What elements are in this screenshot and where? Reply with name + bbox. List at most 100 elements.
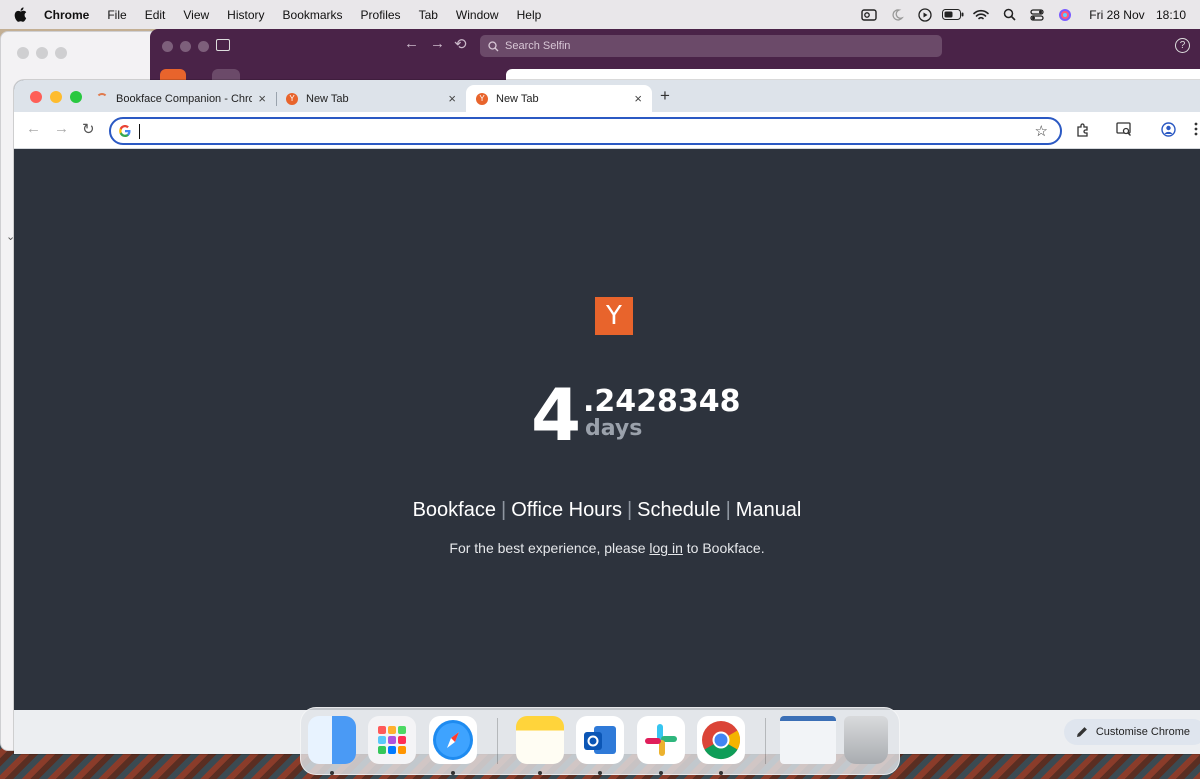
menu-profiles[interactable]: Profiles xyxy=(361,8,401,22)
quick-links: Bookface | Office Hours | Schedule | Manual xyxy=(14,499,1200,522)
minimize-window-button[interactable] xyxy=(50,91,62,103)
help-icon[interactable]: ? xyxy=(1175,38,1190,53)
link-separator: | xyxy=(725,499,731,521)
log-in-link[interactable]: log in xyxy=(649,540,682,556)
close-tab-icon[interactable]: × xyxy=(258,91,266,106)
running-indicator xyxy=(451,771,455,775)
traffic-lights-inactive xyxy=(17,47,67,59)
menu-app-name[interactable]: Chrome xyxy=(44,8,89,22)
running-indicator xyxy=(330,771,334,775)
omnibox-text-caret xyxy=(139,123,140,139)
window-traffic-lights xyxy=(30,91,82,103)
counter-fraction: .2428348 xyxy=(583,384,741,419)
yc-logo: Y xyxy=(595,297,633,335)
menu-history[interactable]: History xyxy=(227,8,264,22)
new-tab-page: Y 4 .2428348 days Bookface | Office Hours |… xyxy=(14,149,1200,710)
chat-search-placeholder: Search Selfin xyxy=(505,40,571,52)
forward-arrow-icon[interactable]: → xyxy=(430,35,445,52)
rainbow-favicon-icon xyxy=(96,92,108,105)
address-bar[interactable]: ☆ xyxy=(109,117,1062,145)
tab-new-tab-active[interactable]: Y New Tab × xyxy=(466,85,652,112)
menu-window[interactable]: Window xyxy=(456,8,499,22)
forward-arrow-icon[interactable]: → xyxy=(54,120,69,137)
tab-title: New Tab xyxy=(306,92,349,105)
trash-icon[interactable] xyxy=(844,716,888,764)
battery-icon[interactable] xyxy=(939,7,967,23)
now-playing-icon[interactable] xyxy=(911,7,939,23)
menu-edit[interactable]: Edit xyxy=(145,8,166,22)
note-after: to Bookface. xyxy=(682,540,765,556)
link-bookface[interactable]: Bookface xyxy=(413,499,496,521)
link-office-hours[interactable]: Office Hours xyxy=(511,499,622,521)
back-arrow-icon[interactable]: ← xyxy=(404,35,419,52)
running-indicator xyxy=(659,771,663,775)
customise-chrome-button[interactable]: Customise Chrome xyxy=(1063,719,1200,745)
browser-toolbar: ← → ↻ ☆ xyxy=(14,112,1200,149)
close-tab-icon[interactable]: × xyxy=(634,91,642,106)
counter-integer: 4 xyxy=(531,373,582,457)
tab-new-tab[interactable]: Y New Tab × xyxy=(276,85,466,112)
new-tab-plus-icon[interactable]: + xyxy=(660,86,670,106)
customise-label: Customise Chrome xyxy=(1095,726,1190,738)
pencil-icon xyxy=(1076,727,1087,737)
note-before: For the best experience, please xyxy=(449,540,650,556)
launchpad-icon[interactable] xyxy=(368,716,416,764)
menu-bookmarks[interactable]: Bookmarks xyxy=(283,8,343,22)
sidebar-toggle-icon[interactable] xyxy=(216,39,230,51)
apple-icon[interactable] xyxy=(14,7,30,22)
tab-title: New Tab xyxy=(496,92,539,105)
link-separator: | xyxy=(626,499,633,521)
notes-icon[interactable] xyxy=(516,716,564,764)
tab-title: Bookface Companion - Chrom xyxy=(116,92,252,105)
login-note: For the best experience, please log in t… xyxy=(14,540,1200,556)
running-indicator xyxy=(538,771,542,775)
dock-divider xyxy=(497,718,498,764)
profile-avatar-icon[interactable] xyxy=(1159,120,1177,138)
menu-help[interactable]: Help xyxy=(517,8,542,22)
zoom-window-button[interactable] xyxy=(70,91,82,103)
link-manual[interactable]: Manual xyxy=(736,499,802,521)
yc-favicon-icon: Y xyxy=(286,92,298,105)
counter-unit: days xyxy=(585,416,643,441)
chrome-icon[interactable] xyxy=(697,716,745,764)
running-indicator xyxy=(719,771,723,775)
back-arrow-icon[interactable]: ← xyxy=(26,120,41,137)
search-icon xyxy=(488,40,499,51)
yc-favicon-icon: Y xyxy=(476,92,488,105)
menu-view[interactable]: View xyxy=(183,8,209,22)
focus-moon-icon[interactable] xyxy=(883,7,911,23)
traffic-lights-inactive xyxy=(162,41,209,52)
link-schedule[interactable]: Schedule xyxy=(637,499,720,521)
tab-bookface-companion[interactable]: Bookface Companion - Chrom × xyxy=(86,85,276,112)
menu-time: 18:10 xyxy=(1155,7,1186,22)
close-tab-icon[interactable]: × xyxy=(448,91,456,106)
dock-divider xyxy=(765,718,766,764)
outlook-status-icon[interactable] xyxy=(855,7,883,23)
running-indicator xyxy=(598,771,602,775)
bookmark-star-icon[interactable]: ☆ xyxy=(1035,122,1048,140)
menu-date: Fri 28 Nov xyxy=(1089,7,1145,22)
kebab-menu-icon[interactable] xyxy=(1187,120,1200,138)
chat-search-bar[interactable]: Search Selfin xyxy=(480,35,942,57)
slack-icon[interactable] xyxy=(637,716,685,764)
control-center-icon[interactable] xyxy=(1023,7,1051,23)
spotlight-search-icon[interactable] xyxy=(995,7,1023,23)
menu-clock[interactable]: Fri 28 Nov 18:10 xyxy=(1089,8,1186,22)
preview-icon[interactable] xyxy=(780,716,836,764)
tab-strip: Bookface Companion - Chrom × Y New Tab ×… xyxy=(14,80,1200,112)
outlook-icon[interactable] xyxy=(576,716,624,764)
finder-icon[interactable] xyxy=(308,716,356,764)
history-icon[interactable]: ⟲ xyxy=(454,35,467,53)
reload-icon[interactable]: ↻ xyxy=(82,120,95,138)
link-separator: | xyxy=(500,499,507,521)
menu-bar: Chrome File Edit View History Bookmarks … xyxy=(0,0,1200,29)
menu-file[interactable]: File xyxy=(107,8,126,22)
menu-tab[interactable]: Tab xyxy=(419,8,438,22)
safari-icon[interactable] xyxy=(429,716,477,764)
close-window-button[interactable] xyxy=(30,91,42,103)
extensions-puzzle-icon[interactable] xyxy=(1074,120,1092,138)
wifi-icon[interactable] xyxy=(967,7,995,23)
reading-mode-icon[interactable] xyxy=(1115,120,1133,138)
siri-icon[interactable] xyxy=(1051,7,1079,23)
chrome-window: Bookface Companion - Chrom × Y New Tab ×… xyxy=(14,80,1200,754)
